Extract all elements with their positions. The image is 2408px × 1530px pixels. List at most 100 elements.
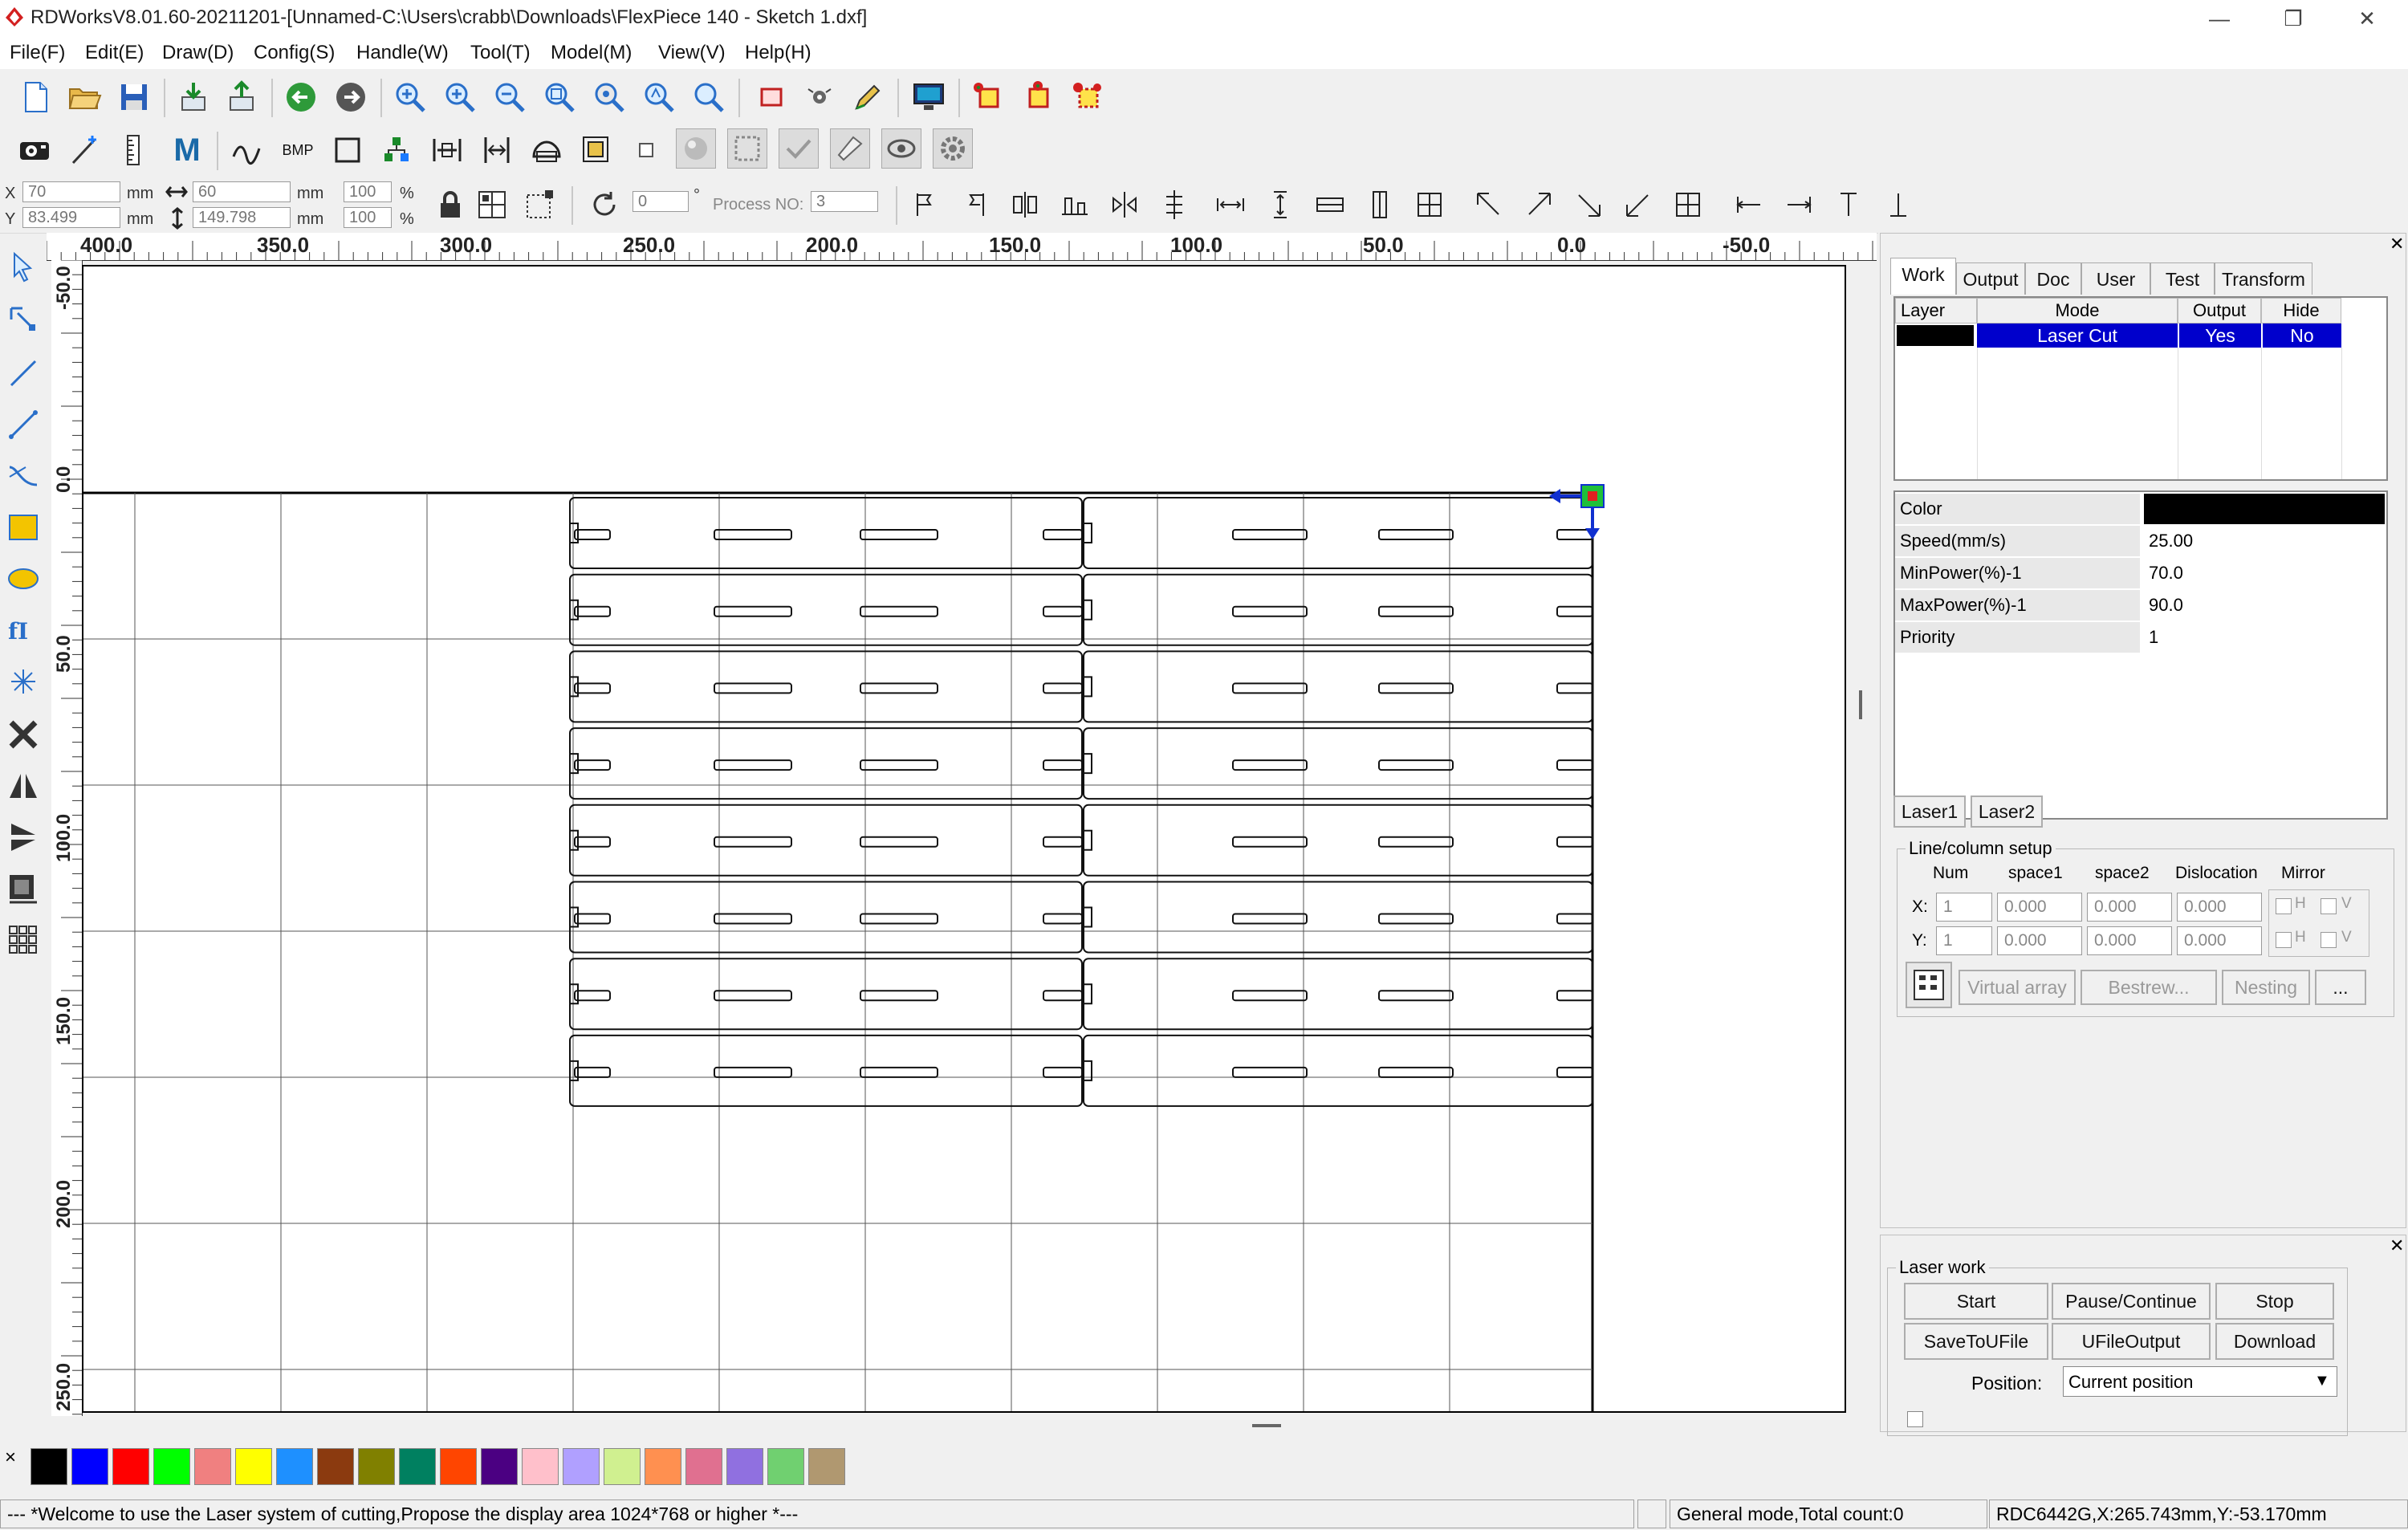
- prop-row-color[interactable]: Color: [1895, 494, 2385, 526]
- position-anchor-button[interactable]: [520, 185, 560, 225]
- color-swatch[interactable]: [153, 1448, 190, 1485]
- flip-center-button[interactable]: [1104, 185, 1145, 225]
- laser-head-button[interactable]: [799, 77, 840, 117]
- laser-pointer-button[interactable]: [64, 130, 104, 170]
- nesting-button[interactable]: Nesting: [2222, 970, 2310, 1005]
- color-swatch[interactable]: [440, 1448, 477, 1485]
- place-tool[interactable]: [5, 870, 42, 907]
- layer-color-swatch[interactable]: [1897, 325, 1974, 346]
- download-button[interactable]: Download: [2215, 1323, 2334, 1360]
- tab-laser1[interactable]: Laser1: [1893, 796, 1966, 828]
- rectangle-tool[interactable]: [5, 509, 42, 546]
- maximize-button[interactable]: ❐: [2265, 3, 2321, 34]
- color-swatch[interactable]: [563, 1448, 600, 1485]
- array-layout-button[interactable]: [1906, 962, 1952, 1008]
- distribute-v-button[interactable]: [477, 130, 517, 170]
- workspace-drawing[interactable]: [83, 267, 1846, 1413]
- start-button[interactable]: Start: [1904, 1283, 2048, 1320]
- align-vcenter-button[interactable]: [1260, 185, 1300, 225]
- canvas-vscroll-handle[interactable]: [1859, 690, 1862, 719]
- y-num-field[interactable]: 1: [1936, 926, 1992, 955]
- align-center-page-button[interactable]: [1668, 185, 1708, 225]
- menu-draw[interactable]: Draw(D): [162, 42, 234, 64]
- height-field[interactable]: 149.798: [193, 207, 291, 228]
- tab-test[interactable]: Test: [2150, 262, 2215, 295]
- prop-row-min-power[interactable]: MinPower(%)-1 70.0: [1895, 558, 2385, 590]
- color-swatch[interactable]: [645, 1448, 681, 1485]
- prop-row-priority[interactable]: Priority 1: [1895, 622, 2385, 654]
- process-no-field[interactable]: 3: [811, 191, 878, 212]
- rectangle-button[interactable]: [327, 130, 368, 170]
- x-space1-field[interactable]: 0.000: [1997, 893, 2082, 922]
- laser-panel-close-icon[interactable]: ✕: [2390, 1235, 2404, 1256]
- menu-file[interactable]: File(F): [10, 42, 65, 64]
- text-tool[interactable]: fI: [5, 612, 42, 649]
- option-checkbox[interactable]: [1907, 1411, 1923, 1427]
- layer-hide-cell[interactable]: No: [2263, 323, 2341, 348]
- align-center-button[interactable]: [1018, 77, 1058, 117]
- align-bottom-right-button[interactable]: [1568, 185, 1609, 225]
- color-swatch[interactable]: [767, 1448, 804, 1485]
- rotate-angle-field[interactable]: 0: [633, 191, 689, 212]
- new-file-button[interactable]: [16, 77, 56, 117]
- same-width-button[interactable]: [1310, 185, 1350, 225]
- color-swatch[interactable]: [276, 1448, 313, 1485]
- layer-mode-cell[interactable]: Laser Cut: [1977, 323, 2178, 348]
- settings-button[interactable]: [933, 128, 973, 169]
- panel-close-icon[interactable]: ✕: [2390, 234, 2404, 254]
- mirror-v-button[interactable]: [1055, 185, 1095, 225]
- bestrew-button[interactable]: Bestrew...: [2081, 970, 2217, 1005]
- distribute-h-button[interactable]: [427, 130, 467, 170]
- eraser-button[interactable]: [830, 128, 870, 169]
- stop-button[interactable]: Stop: [2215, 1283, 2334, 1320]
- align-top-edge-button[interactable]: [1828, 185, 1869, 225]
- menu-model[interactable]: Model(M): [551, 42, 632, 64]
- small-rect-button[interactable]: [626, 130, 666, 170]
- tab-work[interactable]: Work: [1890, 258, 1956, 295]
- color-swatch[interactable]: [71, 1448, 108, 1485]
- color-swatch[interactable]: [235, 1448, 272, 1485]
- group-button[interactable]: [377, 130, 417, 170]
- tab-user[interactable]: User: [2081, 262, 2150, 295]
- close-button[interactable]: ✕: [2339, 3, 2395, 34]
- align-top-left-button[interactable]: [1469, 185, 1509, 225]
- color-swatch[interactable]: [31, 1448, 67, 1485]
- array-tool[interactable]: [5, 922, 42, 958]
- save-file-button[interactable]: [114, 77, 154, 117]
- m-tool-button[interactable]: M: [167, 130, 207, 170]
- mirror-h-button[interactable]: [1005, 185, 1045, 225]
- color-swatch[interactable]: [604, 1448, 641, 1485]
- preview-button[interactable]: [881, 128, 921, 169]
- y-position-field[interactable]: 83.499: [22, 207, 120, 228]
- menu-tool[interactable]: Tool(T): [470, 42, 531, 64]
- layer-col-header[interactable]: Layer: [1895, 298, 1977, 323]
- min-power-value[interactable]: 70.0: [2144, 558, 2385, 588]
- mirror-h-tool[interactable]: [5, 767, 42, 804]
- check-button[interactable]: [779, 128, 819, 169]
- zoom-window-button[interactable]: [539, 77, 580, 117]
- save-to-ufile-button[interactable]: SaveToUFile: [1904, 1323, 2048, 1360]
- zoom-plus-button[interactable]: [440, 77, 480, 117]
- color-swatch[interactable]: [317, 1448, 354, 1485]
- color-swatch[interactable]: [522, 1448, 559, 1485]
- export-button[interactable]: [222, 77, 262, 117]
- scale-x-field[interactable]: 100: [344, 181, 392, 202]
- align-right-edge-button[interactable]: [1779, 185, 1819, 225]
- minimize-button[interactable]: —: [2191, 3, 2247, 34]
- import-button[interactable]: [173, 77, 214, 117]
- grid-select-button[interactable]: [472, 185, 512, 225]
- same-size-button[interactable]: [1409, 185, 1450, 225]
- open-file-button[interactable]: [64, 77, 104, 117]
- curve-button[interactable]: [226, 130, 266, 170]
- frame-button[interactable]: [751, 77, 791, 117]
- polyline-tool[interactable]: [5, 406, 42, 443]
- color-swatch[interactable]: [194, 1448, 231, 1485]
- prop-row-speed[interactable]: Speed(mm/s) 25.00: [1895, 526, 2385, 558]
- tab-laser2[interactable]: Laser2: [1971, 796, 2043, 828]
- flip-middle-button[interactable]: [1154, 185, 1194, 225]
- node-edit-tool[interactable]: [5, 300, 42, 337]
- rotate-button[interactable]: [584, 185, 624, 225]
- mirror-y-h-checkbox[interactable]: [2276, 932, 2292, 948]
- color-swatch[interactable]: [2144, 494, 2385, 524]
- zoom-page-button[interactable]: [589, 77, 629, 117]
